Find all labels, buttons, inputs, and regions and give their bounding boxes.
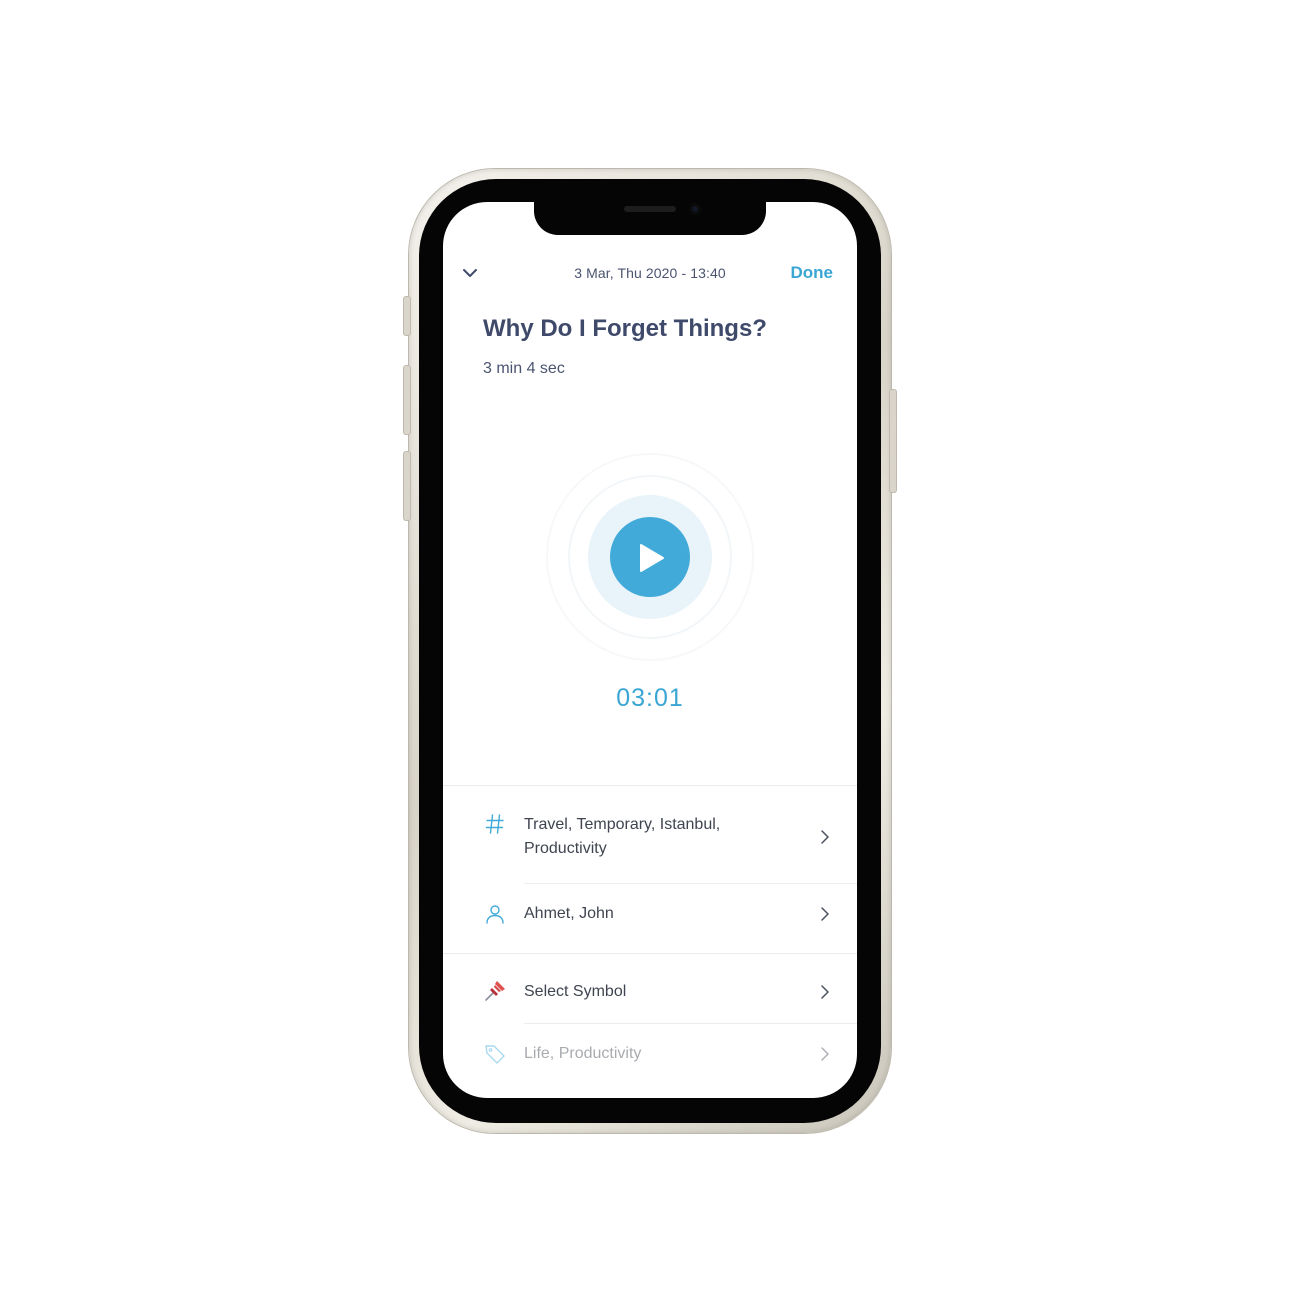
playback-timer: 03:01	[616, 684, 684, 712]
power-button	[890, 390, 896, 492]
tag-icon	[485, 1045, 505, 1064]
app-screen: 3 Mar, Thu 2020 - 13:40 Done Why Do I Fo…	[443, 202, 857, 1098]
hashtag-icon	[485, 814, 504, 834]
hashtags-row[interactable]: Travel, Temporary, Istanbul, Productivit…	[443, 810, 857, 882]
chevron-right-icon	[821, 907, 829, 921]
note-title: Why Do I Forget Things?	[483, 315, 767, 342]
chevron-right-icon	[821, 1047, 829, 1061]
section-divider	[443, 953, 857, 954]
volume-up-button	[404, 366, 410, 434]
tags-value: Life, Productivity	[524, 1045, 642, 1062]
phone-notch	[534, 196, 766, 235]
chevron-right-icon	[821, 830, 829, 844]
done-button[interactable]: Done	[791, 263, 834, 283]
volume-down-button	[404, 452, 410, 520]
pushpin-icon	[485, 981, 505, 1001]
section-divider	[443, 785, 857, 786]
tags-row[interactable]: Life, Productivity	[443, 1040, 857, 1080]
silent-switch	[404, 297, 410, 335]
chevron-right-icon	[821, 985, 829, 999]
row-divider	[524, 883, 857, 884]
row-divider	[524, 1023, 857, 1024]
play-button[interactable]	[610, 517, 690, 597]
earpiece-speaker	[624, 206, 676, 212]
person-icon	[486, 905, 504, 924]
symbol-value: Select Symbol	[524, 983, 627, 1000]
top-bar: 3 Mar, Thu 2020 - 13:40 Done	[443, 258, 857, 290]
front-camera	[689, 203, 701, 215]
symbol-row[interactable]: Select Symbol	[443, 978, 857, 1018]
play-icon	[640, 544, 664, 572]
hashtags-value: Travel, Temporary, Istanbul, Productivit…	[524, 816, 721, 857]
people-value: Ahmet, John	[524, 905, 614, 922]
note-duration: 3 min 4 sec	[483, 360, 565, 377]
people-row[interactable]: Ahmet, John	[443, 900, 857, 940]
